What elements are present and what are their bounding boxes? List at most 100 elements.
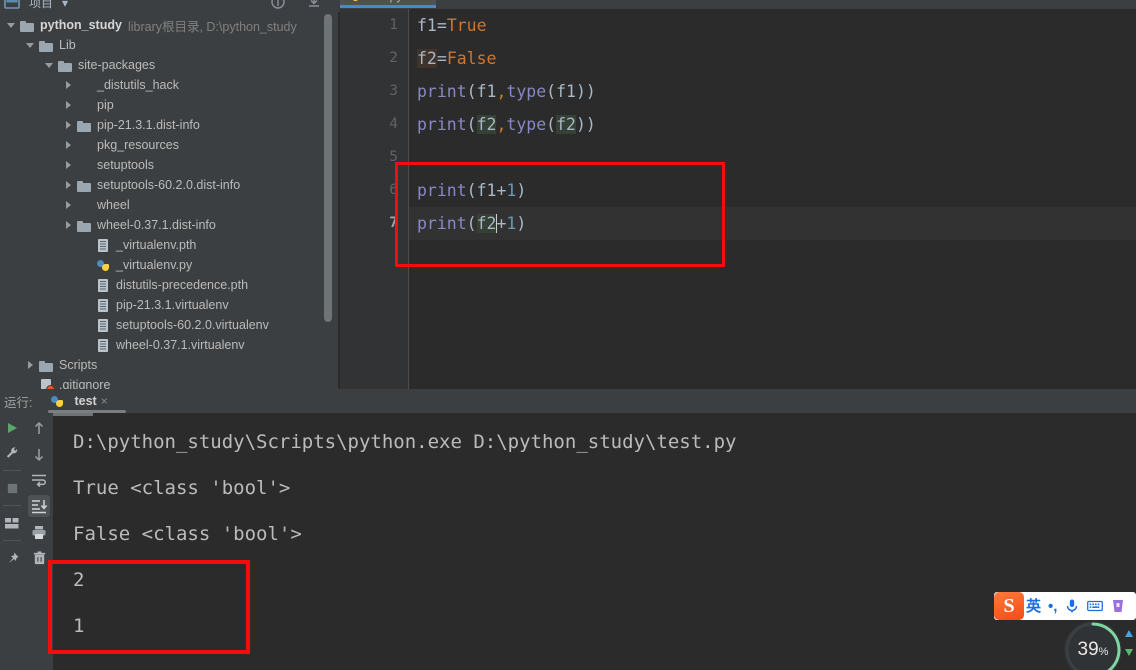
chevron-right-icon[interactable] [63,180,74,191]
line-number-7[interactable]: 7 [358,207,398,240]
code-content[interactable]: f1=True f2=False print(f1,type(f1)) prin… [409,9,1136,389]
run-tool-header: 运行: test × [0,389,1136,413]
editor-gutter[interactable]: 1234567 [340,9,408,389]
edit-configuration-button[interactable] [1,442,23,464]
sogou-logo-icon[interactable]: S [994,592,1024,620]
console-line-4: 2 [73,569,85,591]
line-number-2[interactable]: 2 [358,42,398,75]
console-scrollbar[interactable] [53,413,93,416]
package-folder-icon [77,98,92,113]
file-icon [96,298,111,313]
tree-item--virtualenv-py[interactable]: _virtualenv.py [0,255,338,275]
run-tool-window: 运行: test × D:\python_study\Scripts\pytho… [0,389,1136,670]
stop-button[interactable] [1,477,23,499]
run-console-output[interactable]: D:\python_study\Scripts\python.exe D:\py… [53,413,1136,670]
line-number-3[interactable]: 3 [358,75,398,108]
sidebar-scrollbar[interactable] [324,14,332,322]
rerun-button[interactable] [1,417,23,439]
info-icon[interactable] [270,0,286,10]
tree-item-setuptools-60-2-0-virtualenv[interactable]: setuptools-60.2.0.virtualenv [0,315,338,335]
project-view-icon[interactable] [4,0,20,11]
tree-item-site-packages[interactable]: site-packages [0,55,338,75]
tree-item-lib[interactable]: Lib [0,35,338,55]
tree-item-label: Lib [59,38,76,52]
tree-item-python-study[interactable]: python_study library根目录, D:\python_study [0,15,338,35]
code-line-1[interactable]: f1=True [409,9,1136,42]
run-tab-label: test [74,394,97,408]
folder-icon [77,178,92,193]
tree-item-setuptools-60-2-0-dist-info[interactable]: setuptools-60.2.0.dist-info [0,175,338,195]
tree-item-label: .gitignore [59,378,111,389]
tree-item-label: _distutils_hack [97,78,179,92]
chevron-down-icon[interactable]: ▾ [62,0,68,10]
chevron-right-icon[interactable] [63,120,74,131]
line-number-6[interactable]: 6 [358,174,398,207]
code-line-5[interactable] [409,141,1136,174]
tree-item-wheel[interactable]: wheel [0,195,338,215]
scroll-down-icon[interactable] [1123,646,1135,658]
chevron-right-icon[interactable] [63,200,74,211]
tree-item-pip[interactable]: pip [0,95,338,115]
tree-item-scripts[interactable]: Scripts [0,355,338,375]
code-line-3[interactable]: print(f1,type(f1)) [409,75,1136,108]
package-folder-icon [77,78,92,93]
run-tab-test[interactable]: test × [44,389,127,413]
python-file-icon [50,394,65,409]
ime-punctuation-icon[interactable]: •, [1048,599,1057,614]
ime-keyboard-icon[interactable] [1087,598,1104,614]
console-line-3: False <class 'bool'> [73,523,302,545]
chevron-right-icon[interactable] [63,160,74,171]
chevron-right-icon[interactable] [25,360,36,371]
print-button[interactable] [28,521,50,543]
tree-item-distutils-precedence-pth[interactable]: distutils-precedence.pth [0,275,338,295]
chevron-right-icon[interactable] [63,220,74,231]
tree-item--gitignore[interactable]: .gitignore [0,375,338,389]
stop-icon [7,483,17,493]
tree-item--distutils-hack[interactable]: _distutils_hack [0,75,338,95]
folder-dot-marker [82,145,86,149]
tree-item-setuptools[interactable]: setuptools [0,155,338,175]
editor-tab-test-py[interactable]: test.py × [340,0,436,8]
download-icon[interactable] [306,0,322,10]
line-number-4[interactable]: 4 [358,108,398,141]
zoom-level-widget[interactable]: 39% [1064,621,1122,670]
down-arrow-button[interactable] [28,443,50,465]
pin-tab-button[interactable] [1,547,23,569]
tree-item-pip-21-3-1-dist-info[interactable]: pip-21.3.1.dist-info [0,115,338,135]
close-icon[interactable]: × [101,394,108,408]
code-line-7[interactable]: print(f2+1) [409,207,1136,240]
tree-item-pkg-resources[interactable]: pkg_resources [0,135,338,155]
scroll-arrows[interactable] [1122,628,1136,670]
chevron-down-icon[interactable] [44,60,55,71]
tree-item-pip-21-3-1-virtualenv[interactable]: pip-21.3.1.virtualenv [0,295,338,315]
project-tree[interactable]: python_study library根目录, D:\python_study L… [0,12,338,389]
tree-item--virtualenv-pth[interactable]: _virtualenv.pth [0,235,338,255]
up-arrow-button[interactable] [28,417,50,439]
code-line-4[interactable]: print(f2,type(f2)) [409,108,1136,141]
scroll-to-end-button[interactable] [28,495,50,517]
layout-button[interactable] [1,512,23,534]
chevron-right-icon[interactable] [63,140,74,151]
line-number-1[interactable]: 1 [358,9,398,42]
editor-area: test.py × 1234567 f1=True f2=False print… [340,0,1136,389]
chevron-right-icon[interactable] [63,80,74,91]
code-line-6[interactable]: print(f1+1) [409,174,1136,207]
folder-icon [39,358,54,373]
line-number-5[interactable]: 5 [358,141,398,174]
ime-mode-label[interactable]: 英 [1026,599,1041,614]
project-tree-panel[interactable]: python_study library根目录, D:\python_study L… [0,12,338,389]
soft-wrap-button[interactable] [28,469,50,491]
tree-item-wheel-0-37-1-dist-info[interactable]: wheel-0.37.1.dist-info [0,215,338,235]
clear-all-button[interactable] [28,547,50,569]
ime-toolbox-icon[interactable] [1110,598,1126,614]
chevron-down-icon[interactable] [6,20,17,31]
chevron-down-icon[interactable] [25,40,36,51]
scroll-up-icon[interactable] [1123,628,1135,640]
chevron-right-icon[interactable] [63,100,74,111]
tree-item-wheel-0-37-1-virtualenv[interactable]: wheel-0.37.1.virtualenv [0,335,338,355]
code-line-2[interactable]: f2=False [409,42,1136,75]
editor-tab-label: test.py [367,0,402,3]
ime-voice-icon[interactable] [1064,598,1080,614]
close-icon[interactable]: × [408,0,415,3]
